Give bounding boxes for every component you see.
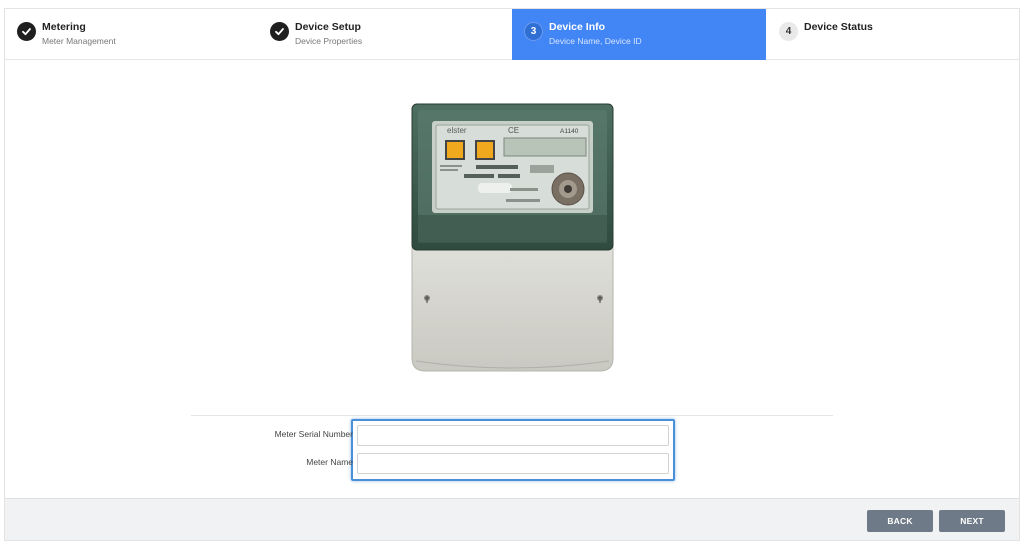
check-icon <box>270 22 289 41</box>
meter-model: A1140 <box>560 128 579 135</box>
meter-ce-mark: CE <box>508 126 519 135</box>
device-info-content: elster CE A1140 Meter Serial Number Mete… <box>5 60 1019 498</box>
meter-image: elster CE A1140 <box>411 103 614 372</box>
wizard-footer: BACK NEXT <box>5 498 1019 540</box>
wizard-panel: Metering Meter Management Device Setup D… <box>4 8 1020 541</box>
serial-number-label: Meter Serial Number <box>274 429 353 439</box>
meter-name-row: Meter Name <box>191 453 833 474</box>
step-subtitle: Meter Management <box>42 36 116 46</box>
back-button[interactable]: BACK <box>867 510 933 532</box>
step-title: Device Status <box>804 21 873 33</box>
step-subtitle: Device Name, Device ID <box>549 36 642 46</box>
step-number-badge: 4 <box>779 22 798 41</box>
step-device-status[interactable]: 4 Device Status <box>767 9 1019 60</box>
step-title: Metering <box>42 21 86 33</box>
form-divider <box>191 415 833 416</box>
meter-name-label: Meter Name <box>306 457 353 467</box>
step-title: Device Setup <box>295 21 361 33</box>
step-metering[interactable]: Metering Meter Management <box>5 9 257 60</box>
step-number-badge: 3 <box>524 22 543 41</box>
check-icon <box>17 22 36 41</box>
next-button[interactable]: NEXT <box>939 510 1005 532</box>
serial-number-input[interactable] <box>357 425 669 446</box>
meter-brand: elster <box>447 126 467 135</box>
step-title: Device Info <box>549 21 606 33</box>
step-subtitle: Device Properties <box>295 36 363 46</box>
serial-number-row: Meter Serial Number <box>191 425 833 446</box>
step-device-info[interactable]: 3 Device Info Device Name, Device ID <box>512 9 766 60</box>
wizard-steps: Metering Meter Management Device Setup D… <box>5 9 1019 60</box>
step-device-setup[interactable]: Device Setup Device Properties <box>258 9 511 60</box>
meter-name-input[interactable] <box>357 453 669 474</box>
